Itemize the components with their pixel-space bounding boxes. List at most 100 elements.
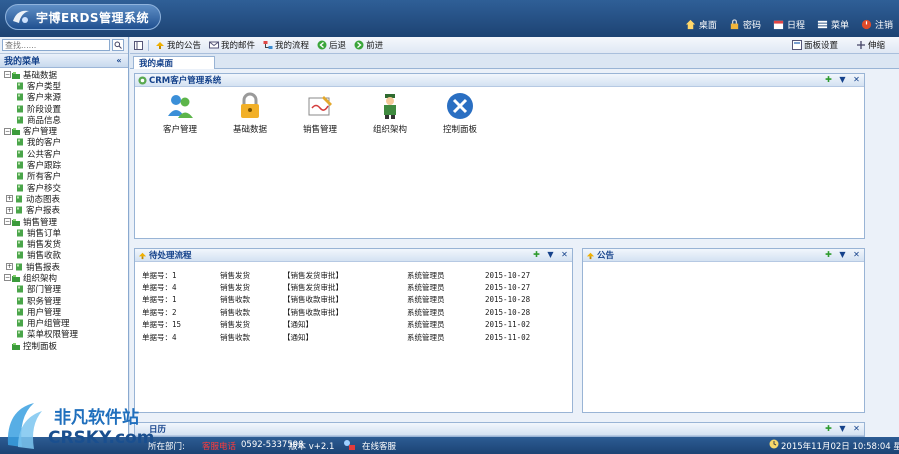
sidebar-item[interactable]: 用户管理: [0, 306, 128, 318]
table-row[interactable]: 单据号：4 销售收款 【通知】 系统管理员 2015-11-02: [142, 331, 530, 343]
expander-icon[interactable]: +: [6, 263, 13, 271]
sidebar-item[interactable]: 客户跟踪: [0, 159, 128, 171]
nav-password-label: 密码: [742, 21, 761, 31]
sidebar-item[interactable]: − 组织架构: [0, 272, 128, 284]
grid-icon[interactable]: [134, 40, 143, 50]
sidebar-item[interactable]: + 动态图表: [0, 193, 128, 205]
panel-title: CRM客户管理系统: [149, 76, 222, 86]
sidebar-item[interactable]: 销售收款: [0, 250, 128, 261]
app-organization[interactable]: 组织架构: [355, 92, 425, 135]
sidebar-item[interactable]: 销售发货: [0, 238, 128, 250]
sidebar-item[interactable]: 用户组管理: [0, 318, 128, 329]
nav-schedule-label: 日程: [786, 21, 805, 31]
calendar-panel: 日历 ✚ ▼ ✕: [134, 422, 865, 437]
collapse-sidebar-button[interactable]: «: [114, 56, 124, 66]
sidebar-item[interactable]: + 客户报表: [0, 205, 128, 216]
sidebar-item[interactable]: 销售订单: [0, 227, 128, 239]
nav-schedule[interactable]: 日程: [773, 18, 805, 31]
app-header: 宇博ERDS管理系统 桌面 密码 日程 菜单 注销: [0, 0, 899, 37]
page-icon: [17, 93, 23, 101]
sidebar-item[interactable]: 控制面板: [0, 340, 128, 352]
page-icon: [17, 229, 23, 237]
app-customer-management[interactable]: 客户管理: [145, 92, 215, 135]
sidebar-item[interactable]: 部门管理: [0, 284, 128, 295]
nav-logout[interactable]: 注销: [861, 18, 893, 31]
expander-icon[interactable]: −: [4, 218, 11, 225]
toolbar-label: 面板设置: [803, 41, 838, 51]
toolbar-my-mail[interactable]: 我的邮件: [209, 39, 255, 51]
table-row[interactable]: 单据号：1 销售发货 【销售发货审批】 系统管理员 2015-10-27: [142, 269, 530, 281]
sidebar-item[interactable]: 客户移交: [0, 182, 128, 194]
app-sales-management[interactable]: 销售管理: [285, 92, 355, 135]
sidebar-item-label: 商品信息: [27, 115, 62, 126]
sidebar-item[interactable]: 客户来源: [0, 92, 128, 103]
panel-tools: ✚ ▼ ✕: [824, 424, 861, 434]
sidebar-item-label: 公共客户: [27, 149, 62, 160]
table-row[interactable]: 单据号：15 销售发货 【通知】 系统管理员 2015-11-02: [142, 319, 530, 331]
add-button[interactable]: ✚: [824, 250, 833, 260]
close-button[interactable]: ✕: [852, 75, 861, 85]
app-label: 销售管理: [302, 125, 337, 135]
collapse-button[interactable]: ▼: [838, 75, 847, 85]
add-button[interactable]: ✚: [824, 75, 833, 85]
sidebar-item[interactable]: 公共客户: [0, 148, 128, 160]
search-button[interactable]: [112, 39, 124, 51]
online-support-link[interactable]: 在线客服: [362, 440, 396, 452]
close-button[interactable]: ✕: [852, 424, 861, 434]
table-cell-date: 2015-10-28: [485, 307, 531, 317]
nav-menu-label: 菜单: [830, 21, 849, 31]
sidebar-item[interactable]: − 客户管理: [0, 125, 128, 137]
table-row[interactable]: 单据号：4 销售发货 【销售发货审批】 系统管理员 2015-10-27: [142, 281, 530, 293]
page-icon: [17, 105, 23, 113]
sidebar-item[interactable]: + 销售报表: [0, 261, 128, 273]
sidebar-item-label: 部门管理: [27, 285, 62, 296]
sidebar-item[interactable]: 菜单权限管理: [0, 329, 128, 340]
close-button[interactable]: ✕: [852, 250, 861, 260]
sidebar-item[interactable]: 客户类型: [0, 80, 128, 92]
nav-desktop[interactable]: 桌面: [685, 18, 717, 31]
toolbar-panel-settings[interactable]: 面板设置: [791, 39, 838, 51]
panel-header: 日历 ✚ ▼ ✕: [135, 423, 864, 436]
nav-password[interactable]: 密码: [729, 18, 761, 31]
nav-menu[interactable]: 菜单: [817, 18, 849, 31]
sidebar-item[interactable]: 阶段设置: [0, 103, 128, 115]
sidebar-item[interactable]: 我的客户: [0, 137, 128, 148]
folder-icon: [12, 342, 20, 350]
expander-icon[interactable]: +: [6, 206, 13, 214]
toolbar-separator: [148, 39, 149, 51]
sidebar-item[interactable]: 职务管理: [0, 295, 128, 307]
padlock-icon: [241, 92, 259, 118]
page-icon: [17, 82, 23, 90]
expander-icon[interactable]: −: [4, 71, 11, 79]
sidebar-item[interactable]: − 基础数据: [0, 69, 128, 81]
collapse-button[interactable]: ▼: [546, 250, 555, 260]
add-button[interactable]: ✚: [824, 424, 833, 434]
toolbar-back[interactable]: 后退: [317, 39, 346, 51]
expander-icon[interactable]: −: [4, 127, 11, 135]
calendar-icon: [773, 20, 784, 30]
toolbar-toggle[interactable]: 伸缩: [856, 39, 885, 51]
toolbar-my-flow[interactable]: 我的流程: [263, 39, 309, 51]
page-icon: [17, 172, 23, 180]
table-row[interactable]: 单据号：2 销售收款 【销售收款审批】 系统管理员 2015-10-28: [142, 306, 530, 318]
tab-my-desktop[interactable]: 我的桌面: [133, 56, 215, 69]
toolbar-forward[interactable]: 前进: [354, 39, 383, 51]
toolbar-my-notices[interactable]: 我的公告: [155, 39, 201, 51]
expander-icon[interactable]: +: [6, 195, 13, 203]
sidebar-item[interactable]: 商品信息: [0, 114, 128, 126]
sidebar-item-label: 职务管理: [27, 296, 62, 307]
collapse-button[interactable]: ▼: [838, 250, 847, 260]
tab-strip: 我的桌面: [130, 54, 899, 69]
sidebar-item-label: 我的客户: [27, 138, 62, 149]
search-input[interactable]: [2, 39, 110, 51]
expander-icon[interactable]: −: [4, 274, 11, 282]
sidebar-item-label: 客户类型: [27, 81, 62, 92]
app-base-data[interactable]: 基础数据: [215, 92, 285, 135]
sidebar-item[interactable]: − 销售管理: [0, 216, 128, 228]
collapse-button[interactable]: ▼: [838, 424, 847, 434]
table-row[interactable]: 单据号：1 销售收款 【销售收款审批】 系统管理员 2015-10-28: [142, 294, 530, 306]
app-control-panel[interactable]: 控制面板: [425, 92, 495, 135]
close-button[interactable]: ✕: [560, 250, 569, 260]
add-button[interactable]: ✚: [532, 250, 541, 260]
sidebar-item[interactable]: 所有客户: [0, 171, 128, 182]
